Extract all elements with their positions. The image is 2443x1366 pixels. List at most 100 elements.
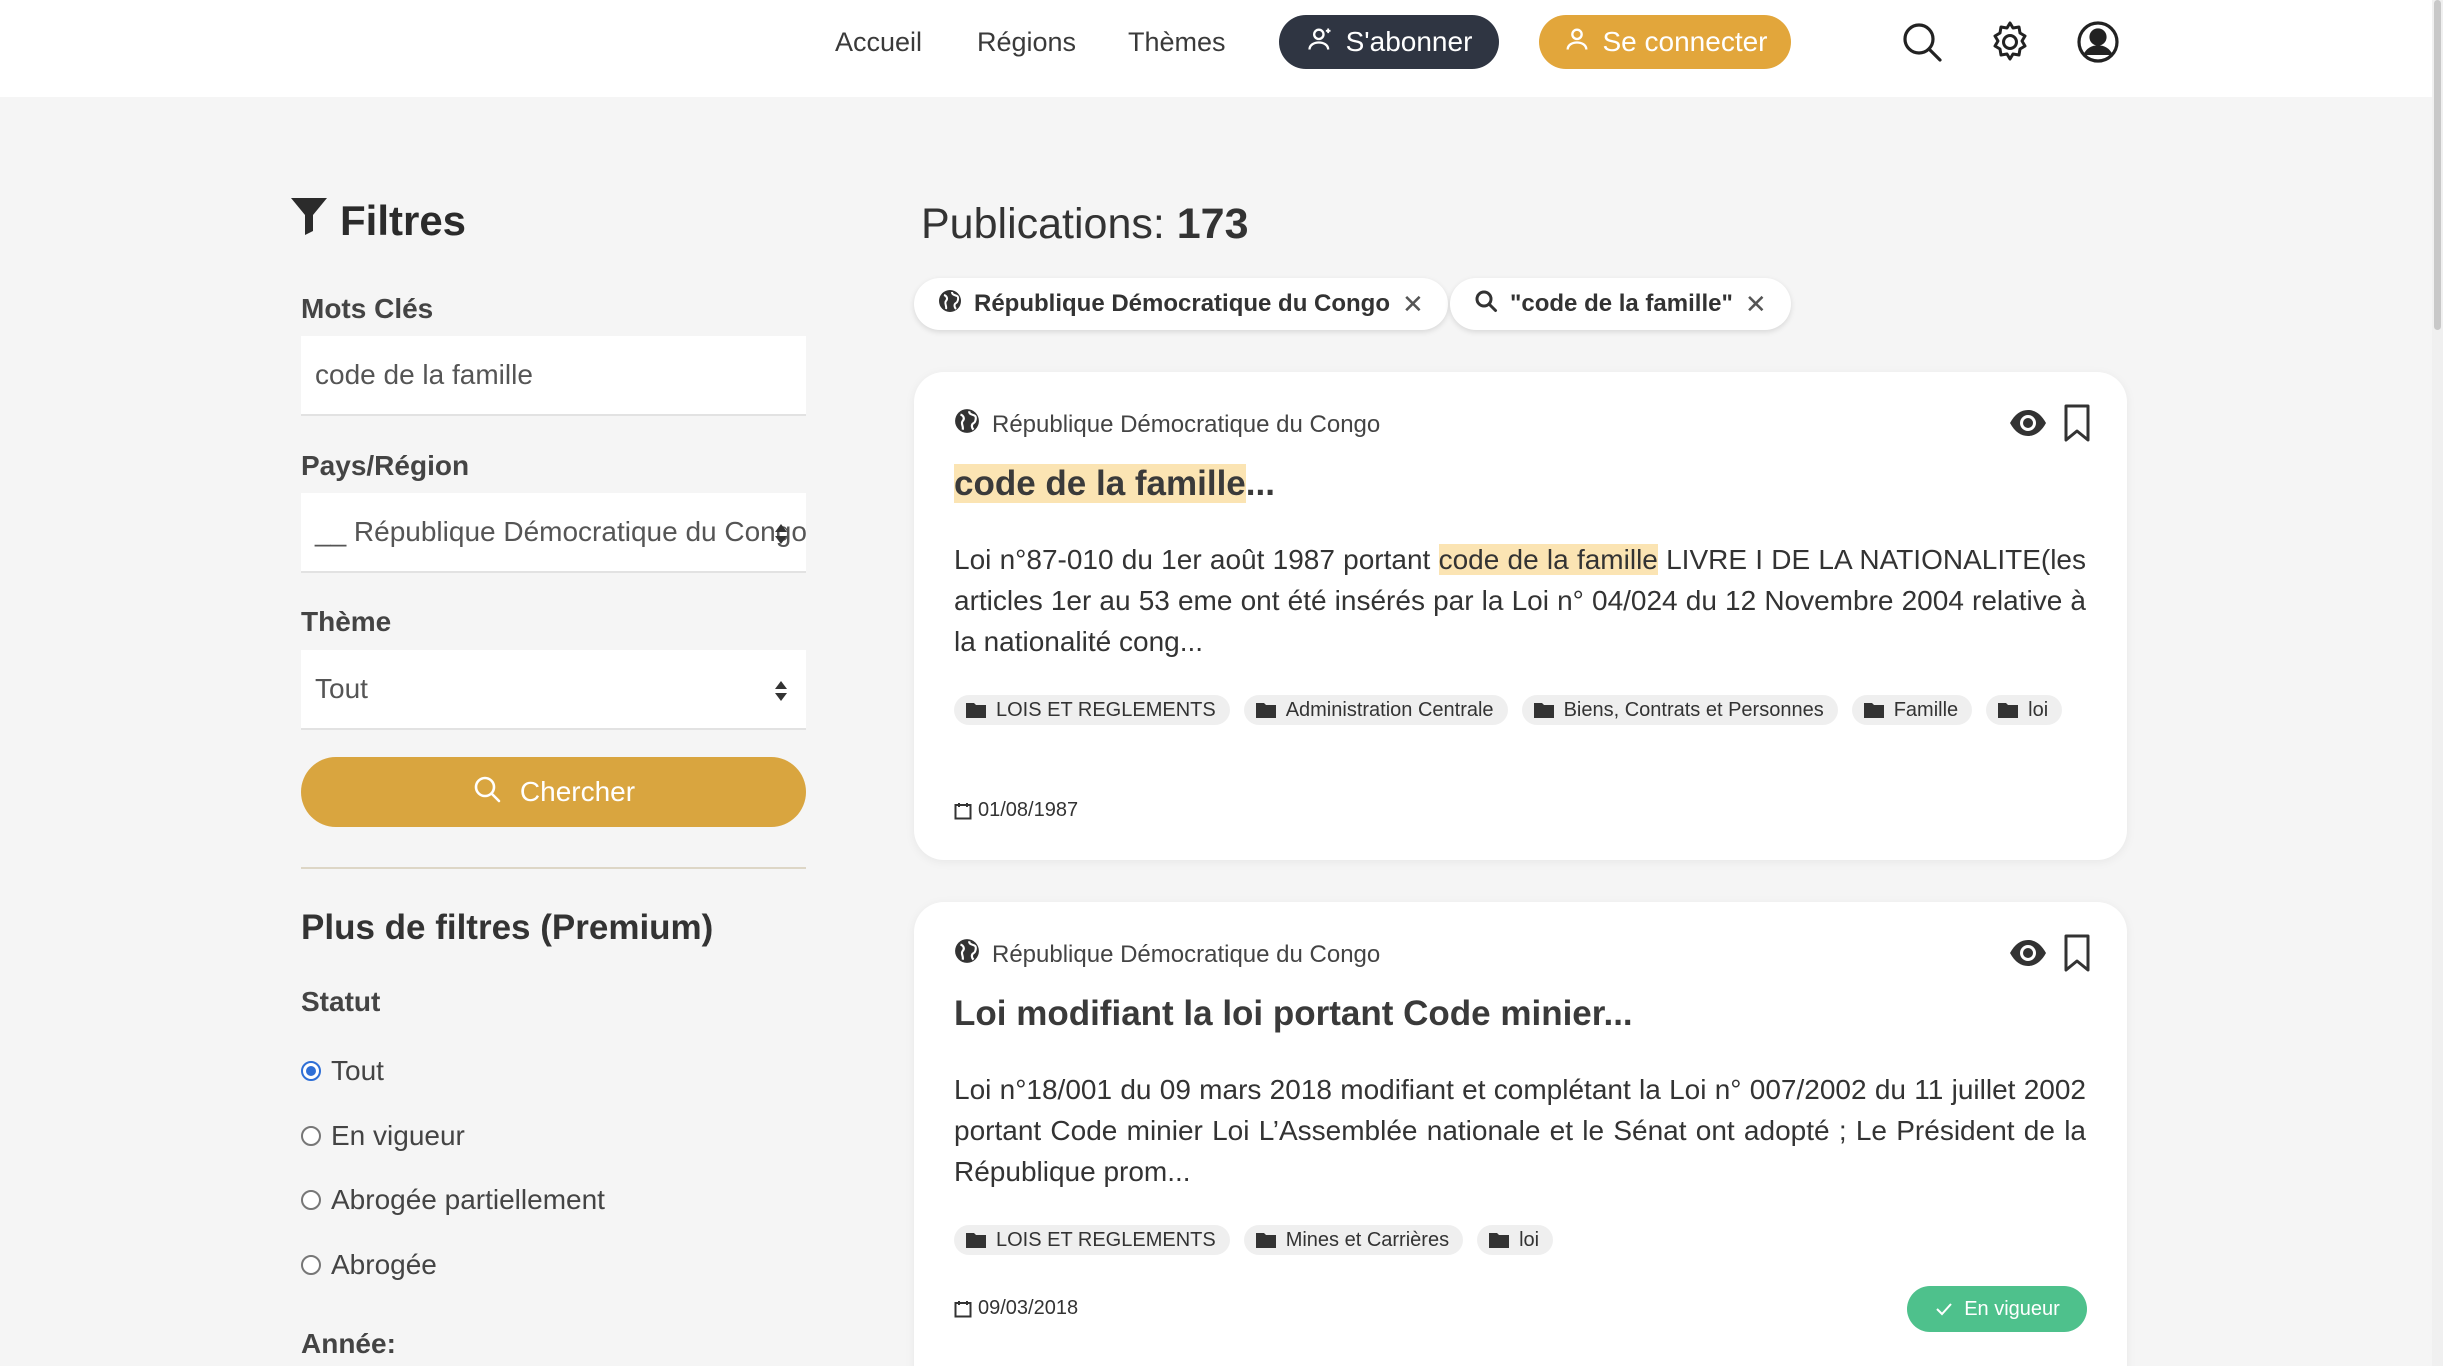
radio-label: Abrogée — [331, 1249, 437, 1280]
filters-heading: Filtres — [290, 196, 466, 246]
bookmark-icon[interactable] — [2061, 404, 2093, 442]
radio-button[interactable] — [301, 1126, 321, 1146]
nav-accueil[interactable]: Accueil — [835, 25, 922, 59]
search-icon — [472, 774, 502, 811]
tag[interactable]: LOIS ET REGLEMENTS — [954, 1225, 1230, 1255]
publications-heading: Publications: 173 — [921, 200, 1249, 249]
status-label: Statut — [301, 986, 381, 1017]
radio-button[interactable] — [301, 1255, 321, 1275]
select-arrows-icon — [775, 524, 787, 544]
folder-icon — [1998, 703, 2019, 718]
tag-label: Famille — [1893, 698, 1959, 721]
tag-label: Mines et Carrières — [1285, 1228, 1450, 1251]
status-radio-abrogee-partiellement[interactable]: Abrogée partiellement — [301, 1184, 605, 1216]
keywords-input[interactable]: code de la famille — [301, 336, 806, 416]
card-country: République Démocratique du Congo — [954, 408, 1380, 441]
check-icon — [1936, 1303, 1952, 1316]
keywords-label: Mots Clés — [301, 293, 434, 324]
tag-label: loi — [1519, 1228, 1540, 1251]
result-card: République Démocratique du Congo Loi mod… — [914, 902, 2127, 1366]
user-account-icon[interactable] — [2076, 20, 2120, 64]
settings-gear-icon[interactable] — [1988, 20, 2032, 64]
status-badge: En vigueur — [1907, 1286, 2087, 1332]
tag-label: LOIS ET REGLEMENTS — [996, 698, 1216, 721]
radio-label: En vigueur — [331, 1120, 465, 1151]
title-highlight: code de la famille — [954, 464, 1246, 503]
filters-title: Filtres — [340, 197, 467, 244]
theme-select[interactable]: Tout — [301, 650, 806, 730]
view-eye-icon[interactable] — [2009, 934, 2047, 972]
subscribe-label: S'abonner — [1345, 26, 1473, 57]
year-label: Année: — [301, 1328, 396, 1359]
search-icon — [1474, 289, 1498, 320]
tag[interactable]: Biens, Contrats et Personnes — [1521, 695, 1838, 725]
card-country-label: République Démocratique du Congo — [992, 940, 1381, 968]
tag[interactable]: Famille — [1851, 695, 1973, 725]
card-excerpt: Loi n°87-010 du 1er août 1987 portant co… — [954, 539, 2086, 662]
globe-icon — [954, 938, 980, 971]
folder-icon — [1255, 1233, 1276, 1248]
search-button-label: Chercher — [519, 776, 636, 807]
chip-remove-icon[interactable]: ✕ — [1745, 289, 1767, 320]
tag-label: Biens, Contrats et Personnes — [1563, 698, 1824, 721]
folder-icon — [966, 1233, 986, 1248]
excerpt-highlight: code de la famille — [1438, 544, 1658, 575]
scrollbar-thumb[interactable] — [2434, 0, 2441, 330]
tag[interactable]: loi — [1986, 695, 2063, 725]
calendar-icon — [954, 802, 972, 819]
status-radio-abrogee[interactable]: Abrogée — [301, 1249, 437, 1281]
status-radio-tout[interactable]: Tout — [301, 1055, 384, 1087]
globe-icon — [954, 408, 980, 441]
folder-icon — [1863, 703, 1884, 718]
title-rest: ... — [1245, 464, 1275, 503]
status-label: En vigueur — [1964, 1297, 2060, 1320]
card-date: 01/08/1987 — [954, 799, 1078, 822]
top-header: Accueil Régions Thèmes S'abonner Se conn… — [0, 0, 2443, 97]
country-label: Pays/Région — [301, 450, 470, 481]
tag-label: loi — [2028, 698, 2049, 721]
status-radio-en-vigueur[interactable]: En vigueur — [301, 1120, 465, 1152]
tag[interactable]: Mines et Carrières — [1243, 1225, 1464, 1255]
subscribe-button[interactable]: S'abonner — [1279, 15, 1499, 69]
publications-label: Publications: — [921, 200, 1165, 248]
card-title[interactable]: Loi modifiant la loi portant Code minier… — [954, 994, 1633, 1034]
select-arrows-icon — [775, 681, 787, 701]
excerpt-text: Loi n°87-010 du 1er août 1987 portant — [954, 544, 1439, 575]
radio-button[interactable] — [301, 1061, 321, 1081]
nav-themes[interactable]: Thèmes — [1128, 25, 1226, 59]
card-country: République Démocratique du Congo — [954, 938, 1380, 971]
user-icon — [1563, 25, 1591, 60]
calendar-icon — [954, 1300, 972, 1317]
globe-icon — [938, 289, 962, 320]
tag[interactable]: LOIS ET REGLEMENTS — [954, 695, 1230, 725]
radio-button[interactable] — [301, 1190, 321, 1210]
view-eye-icon[interactable] — [2009, 404, 2047, 442]
login-label: Se connecter — [1602, 26, 1768, 57]
country-select[interactable]: __ République Démocratique du Congo — [301, 493, 806, 573]
sidebar-divider — [301, 867, 806, 869]
bookmark-icon[interactable] — [2061, 934, 2093, 972]
chip-remove-icon[interactable]: ✕ — [1402, 289, 1424, 320]
card-title[interactable]: code de la famille... — [954, 464, 1275, 504]
search-icon[interactable] — [1900, 20, 1944, 64]
publications-count: 173 — [1176, 200, 1249, 248]
page-scrollbar[interactable] — [2432, 0, 2443, 1366]
theme-select-value: Tout — [315, 673, 368, 704]
date-label: 09/03/2018 — [978, 1297, 1079, 1319]
chip-label: "code de la famille" — [1510, 290, 1733, 317]
premium-filters-title: Plus de filtres (Premium) — [301, 908, 714, 947]
result-card: République Démocratique du Congo code de… — [914, 372, 2127, 860]
login-button[interactable]: Se connecter — [1539, 15, 1791, 69]
tag[interactable]: Administration Centrale — [1243, 695, 1508, 725]
search-submit-button[interactable]: Chercher — [301, 757, 806, 827]
nav-regions[interactable]: Régions — [977, 25, 1076, 59]
chip-label: République Démocratique du Congo — [974, 290, 1391, 317]
radio-label: Abrogée partiellement — [331, 1184, 605, 1215]
tag-label: Administration Centrale — [1285, 698, 1494, 721]
country-select-value: __ République Démocratique du Congo — [315, 516, 806, 547]
card-tags: LOIS ET REGLEMENTS Mines et Carrières lo… — [954, 1225, 2094, 1255]
card-tags: LOIS ET REGLEMENTS Administration Centra… — [954, 695, 2094, 725]
card-date: 09/03/2018 — [954, 1297, 1078, 1320]
filter-funnel-icon — [290, 196, 328, 246]
tag[interactable]: loi — [1477, 1225, 1554, 1255]
